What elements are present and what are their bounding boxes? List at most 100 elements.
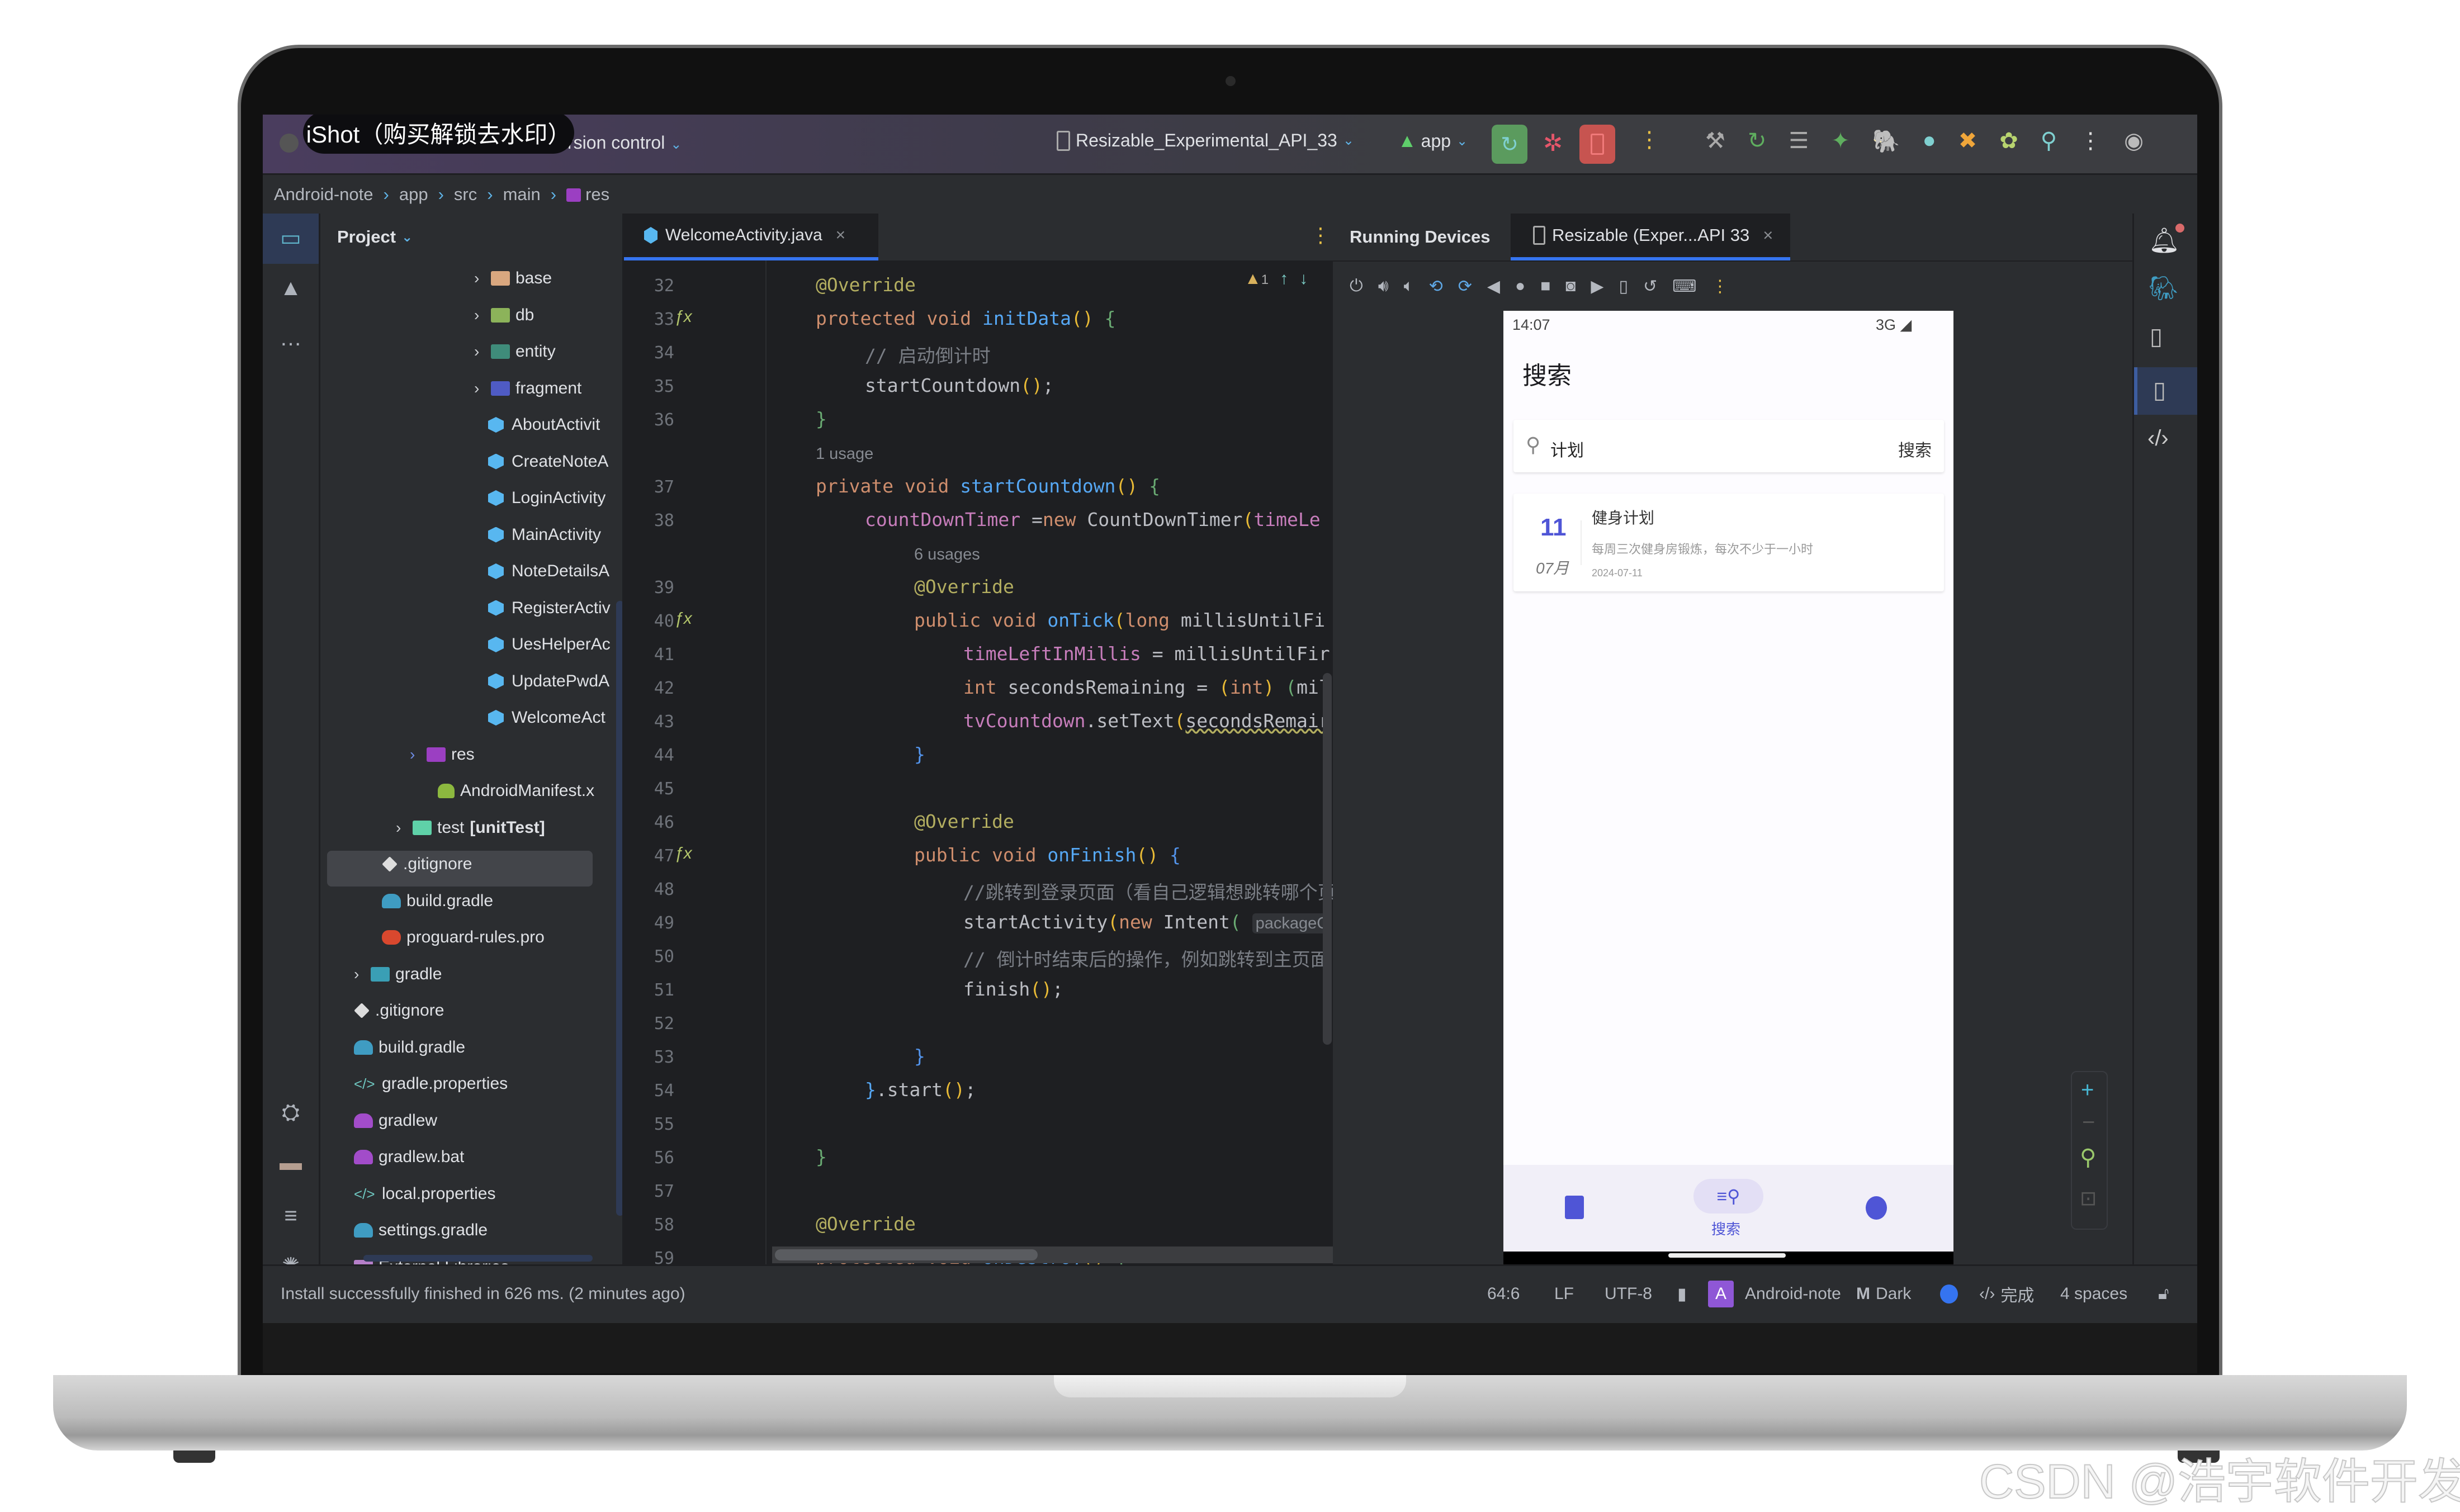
- zoom-out-icon[interactable]: −: [2082, 1110, 2095, 1135]
- home-gesture-bar[interactable]: [1668, 1253, 1786, 1258]
- project-icon[interactable]: ▭: [275, 222, 306, 254]
- indent-setting[interactable]: 4 spaces: [2060, 1266, 2127, 1322]
- code-line[interactable]: //跳转到登录页面（看自己逻辑想跳转哪个页: [963, 878, 1336, 904]
- gradle-sync-icon[interactable]: 🐘: [1872, 128, 1900, 154]
- tree-item[interactable]: › fragment: [474, 372, 581, 405]
- tree-item[interactable]: UpdatePwdA: [488, 665, 609, 698]
- code-line[interactable]: @Override: [914, 576, 1014, 598]
- nav-profile-icon[interactable]: [1866, 1196, 1887, 1220]
- debug-button[interactable]: ✲: [1543, 129, 1563, 157]
- chevron-right-icon[interactable]: ›: [396, 819, 413, 837]
- breadcrumb-item[interactable]: app: [399, 184, 428, 205]
- breadcrumb-item[interactable]: src: [454, 184, 477, 205]
- rotate-right-icon[interactable]: ⟳: [1458, 277, 1472, 296]
- close-tab-icon[interactable]: ×: [1763, 225, 1773, 245]
- previous-highlight-icon[interactable]: ↑: [1280, 269, 1288, 288]
- keyboard-icon[interactable]: ⌨: [1672, 277, 1696, 296]
- code-line[interactable]: @Override: [816, 1213, 916, 1235]
- code-line[interactable]: }: [816, 1146, 827, 1168]
- code-line[interactable]: finish();: [963, 978, 1063, 1000]
- tree-item[interactable]: MainActivity: [488, 518, 601, 552]
- tree-item[interactable]: proguard-rules.pro: [382, 921, 545, 954]
- zoom-actual-icon[interactable]: ⚲: [2080, 1145, 2096, 1170]
- more-actions-button[interactable]: ⋮: [1638, 127, 1660, 153]
- tree-item[interactable]: LoginActivity: [488, 481, 605, 515]
- code-line[interactable]: public void onFinish() {: [914, 844, 1181, 866]
- more-icon[interactable]: ⋮: [1711, 277, 1728, 296]
- code-line[interactable]: startActivity(new Intent( packageC: [963, 911, 1332, 933]
- run-config-selector[interactable]: ▲ app ⌄: [1398, 130, 1468, 152]
- chevron-right-icon[interactable]: ›: [354, 965, 371, 983]
- tree-item[interactable]: NoteDetailsA: [488, 554, 609, 588]
- chevron-right-icon[interactable]: ›: [410, 746, 427, 764]
- status-message[interactable]: Install successfully finished in 626 ms.…: [281, 1266, 685, 1322]
- code-line[interactable]: timeLeftInMillis = millisUntilFir: [963, 643, 1330, 665]
- tree-item[interactable]: AboutActivit: [488, 408, 600, 442]
- tree-item[interactable]: gradlew: [354, 1104, 437, 1137]
- rotate-left-icon[interactable]: ⟲: [1429, 277, 1443, 296]
- tree-item[interactable]: </> gradle.properties: [354, 1067, 508, 1101]
- tree-item[interactable]: UesHelperAc: [488, 628, 611, 661]
- zoom-in-icon[interactable]: +: [2081, 1078, 2094, 1103]
- sync-icon[interactable]: ↻: [1748, 128, 1767, 154]
- tree-item[interactable]: CreateNoteA: [488, 445, 608, 478]
- volume-down-icon[interactable]: 🔈︎: [1404, 277, 1414, 296]
- code-line[interactable]: }: [914, 1045, 925, 1067]
- next-highlight-icon[interactable]: ↓: [1299, 269, 1308, 288]
- gemini-icon[interactable]: ✿: [1999, 128, 2018, 154]
- volume-up-icon[interactable]: 🔊︎: [1378, 277, 1389, 296]
- tree-item[interactable]: settings.gradle: [354, 1214, 488, 1247]
- code-line[interactable]: }: [914, 743, 925, 765]
- zoom-fit-icon[interactable]: ⊡: [2080, 1187, 2097, 1210]
- code-line[interactable]: private void startCountdown() {: [816, 475, 1160, 497]
- reset-icon[interactable]: ↺: [1643, 277, 1657, 296]
- caret-position[interactable]: 64:6: [1487, 1266, 1520, 1322]
- profiler-icon[interactable]: ✦: [1831, 128, 1850, 154]
- updates-icon[interactable]: ⋮: [2079, 128, 2102, 154]
- account-icon[interactable]: ◉: [2124, 128, 2144, 154]
- tree-item[interactable]: .gitignore: [382, 847, 472, 881]
- vcs-menu[interactable]: rsion control ⌄: [567, 132, 682, 153]
- code-line[interactable]: }: [816, 408, 827, 430]
- editor-vertical-scrollbar[interactable]: [1323, 673, 1332, 1045]
- override-marker-icon[interactable]: ƒx: [674, 307, 692, 326]
- tree-item[interactable]: AndroidManifest.x: [438, 774, 594, 808]
- chevron-right-icon[interactable]: ›: [474, 380, 491, 397]
- override-marker-icon[interactable]: ƒx: [674, 844, 692, 863]
- code-line[interactable]: startCountdown();: [865, 375, 1054, 396]
- file-encoding[interactable]: UTF-8: [1605, 1266, 1652, 1322]
- ai-status[interactable]: [1940, 1266, 1958, 1322]
- editor-more-icon[interactable]: ⋮: [1311, 224, 1331, 247]
- back-icon[interactable]: ◀: [1487, 277, 1500, 296]
- stop-button[interactable]: [1579, 125, 1615, 164]
- tree-item[interactable]: gradlew.bat: [354, 1140, 464, 1174]
- project-horizontal-scrollbar[interactable]: [363, 1255, 593, 1262]
- tree-item[interactable]: › entity: [474, 335, 556, 368]
- apply-changes-button[interactable]: ↻: [1492, 125, 1527, 164]
- tree-item[interactable]: › base: [474, 262, 552, 295]
- nav-search-button[interactable]: ≡⚲: [1693, 1179, 1763, 1214]
- search-button[interactable]: 搜索: [1898, 437, 1932, 461]
- tab-welcome-activity[interactable]: WelcomeActivity.java ×: [624, 214, 878, 260]
- note-card[interactable]: 11 07月 健身计划 每周三次健身房锻炼，每次不少于一小时 2024-07-1…: [1513, 494, 1944, 591]
- chevron-right-icon[interactable]: ›: [474, 306, 491, 324]
- code-line[interactable]: tvCountdown.setText(secondsRemair: [963, 710, 1330, 732]
- code-line[interactable]: int secondsRemaining = (int) (mil: [963, 676, 1330, 698]
- screen-record-icon[interactable]: ▶: [1591, 277, 1603, 296]
- inspection-widget[interactable]: ▲1 ↑ ↓: [1245, 269, 1308, 288]
- tree-item[interactable]: RegisterActiv: [488, 591, 611, 625]
- power-icon[interactable]: ⏻: [1350, 277, 1363, 296]
- fold-icon[interactable]: ▯: [1619, 277, 1628, 296]
- running-devices-tool-active[interactable]: ▯: [2134, 367, 2197, 415]
- resource-manager-icon[interactable]: ▲: [275, 272, 306, 304]
- device-selector[interactable]: Resizable_Experimental_API_33 ⌄: [1057, 130, 1354, 151]
- nav-notes-icon[interactable]: [1565, 1196, 1584, 1219]
- device-tab[interactable]: Resizable (Exper...API 33 ×: [1511, 214, 1790, 260]
- structure-icon[interactable]: ≡: [275, 1200, 306, 1231]
- phone-screen[interactable]: 14:07 3G ◢ 搜索 ⚲ 计划 搜索 11 07月 健身计划 每周三次健身…: [1503, 311, 1953, 1264]
- overview-icon[interactable]: ■: [1540, 277, 1550, 296]
- code-line[interactable]: @Override: [816, 274, 916, 296]
- breadcrumb-item[interactable]: res: [566, 184, 609, 205]
- tools-icon[interactable]: ✖: [1958, 128, 1978, 154]
- close-tab-icon[interactable]: ×: [836, 226, 846, 245]
